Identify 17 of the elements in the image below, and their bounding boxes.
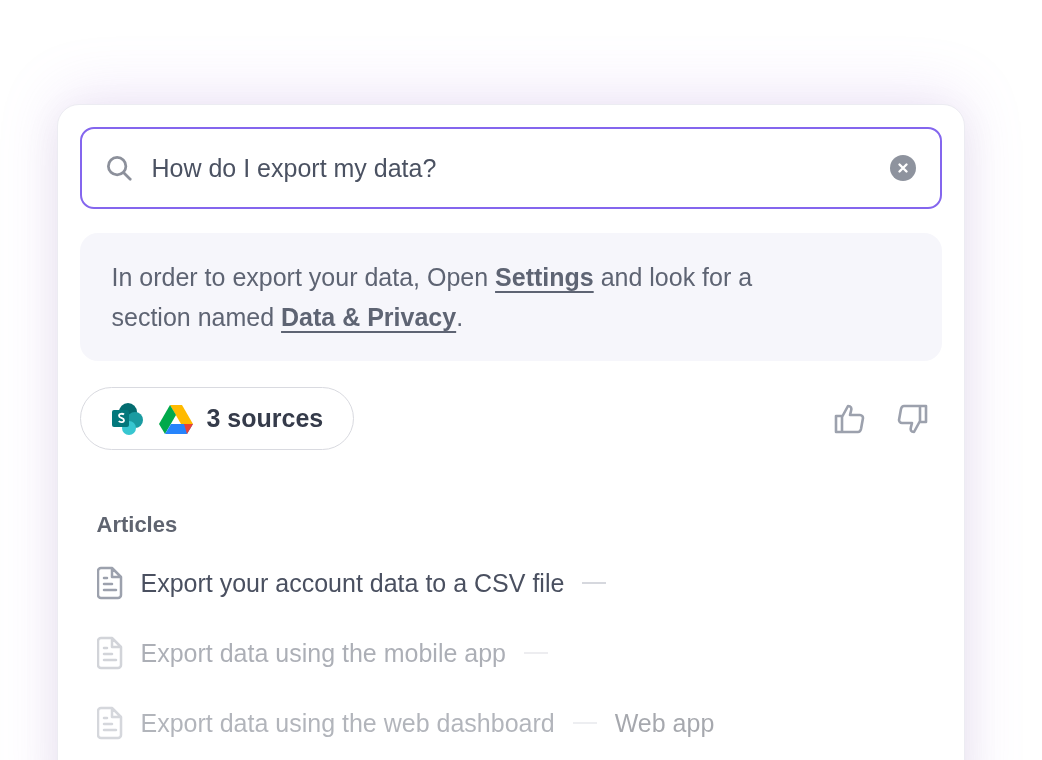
section-heading: Articles bbox=[96, 512, 179, 538]
article-link[interactable]: Export your account data to a CSV file bbox=[140, 568, 565, 598]
settings-link[interactable]: Settings bbox=[495, 263, 594, 291]
search-input[interactable]: How do I export my data? bbox=[149, 152, 874, 184]
thumbs-down-icon[interactable] bbox=[895, 403, 928, 434]
settings-link[interactable]: Data & Privacy bbox=[281, 303, 457, 331]
sharepoint-icon bbox=[110, 401, 145, 436]
clear-icon[interactable] bbox=[889, 155, 916, 181]
document-icon bbox=[96, 636, 123, 670]
answer-text: In order to export your data, Open Settings and look for a section named Data & Privacy. bbox=[79, 233, 942, 361]
article-tag: Web app bbox=[614, 708, 715, 738]
document-icon bbox=[96, 706, 123, 740]
search-field[interactable]: How do I export my data? bbox=[79, 127, 942, 209]
sources-button[interactable]: 3 sources bbox=[79, 387, 355, 450]
thumbs-up-icon[interactable] bbox=[833, 403, 866, 434]
document-icon bbox=[96, 566, 123, 600]
drive-icon bbox=[158, 403, 193, 434]
